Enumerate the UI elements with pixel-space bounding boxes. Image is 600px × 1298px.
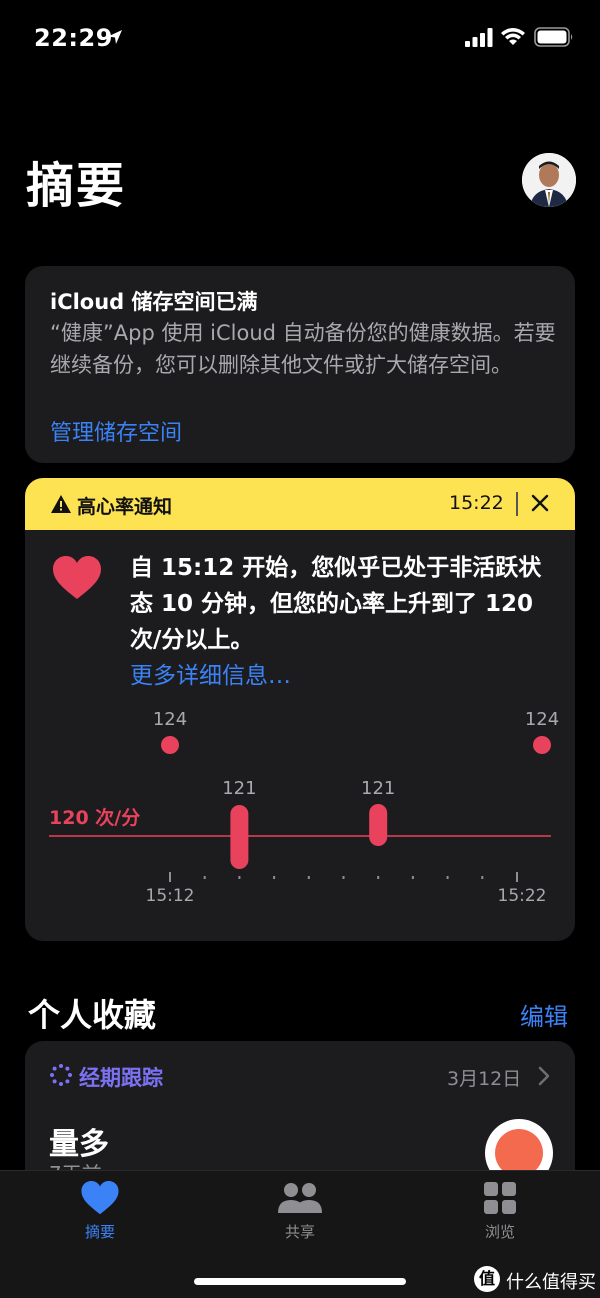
wifi-icon: [501, 28, 525, 45]
tab-browse[interactable]: 浏览: [440, 1181, 560, 1251]
alert-title: 高心率通知: [77, 496, 173, 518]
tab-sharing[interactable]: 共享: [240, 1181, 360, 1251]
more-details-link[interactable]: 更多详细信息…: [130, 656, 291, 690]
x-axis-start-label: 15:12: [146, 886, 195, 906]
tab-label: 摘要: [84, 1223, 115, 1241]
heart-rate-point: [533, 736, 551, 754]
x-axis-tick: [411, 876, 414, 879]
watermark: 值 什么值得买: [474, 1266, 600, 1298]
icloud-title: iCloud 储存空间已满: [50, 290, 258, 314]
heart-icon: [81, 1181, 119, 1215]
x-axis-end-label: 15:22: [498, 886, 547, 906]
x-axis-tick: [516, 872, 518, 882]
period-date: 3月12日: [447, 1068, 522, 1090]
tab-label: 浏览: [484, 1223, 515, 1241]
edit-favorites-button[interactable]: 编辑: [520, 997, 568, 1032]
heart-rate-label: 124: [153, 709, 187, 730]
home-indicator: [194, 1278, 406, 1285]
icloud-storage-card: iCloud 储存空间已满 “健康”App 使用 iCloud 自动备份您的健康…: [25, 266, 575, 463]
favorites-section-title: 个人收藏: [28, 996, 157, 1034]
x-axis-tick: [481, 876, 484, 879]
manage-storage-link[interactable]: 管理储存空间: [50, 415, 182, 447]
x-axis-tick: [307, 876, 310, 879]
avatar[interactable]: [522, 153, 576, 207]
location-arrow-icon: [108, 30, 122, 44]
tab-label: 共享: [284, 1223, 315, 1241]
status-bar: 22:29: [0, 0, 600, 76]
x-axis-tick: [203, 876, 206, 879]
grid-icon: [484, 1182, 516, 1214]
heart-rate-point: [161, 736, 179, 754]
heart-rate-notification-card[interactable]: 高心率通知 15:22 自 15:12 开始，您似乎已处于非活跃状态 10 分钟…: [25, 478, 575, 941]
heart-rate-label: 121: [222, 778, 256, 799]
watermark-text: 什么值得买: [506, 1272, 596, 1293]
heart-rate-message: 自 15:12 开始，您似乎已处于非活跃状态 10 分钟，但您的心率上升到了 1…: [130, 555, 542, 653]
alert-time: 15:22: [449, 492, 504, 514]
heart-icon: [53, 556, 101, 599]
x-axis-tick: [446, 876, 449, 879]
cellular-signal-icon: [465, 28, 493, 47]
people-icon: [278, 1183, 322, 1213]
period-tracking-icon: [50, 1064, 72, 1086]
battery-icon: [534, 27, 573, 47]
page-title: 摘要: [26, 158, 127, 214]
profile-photo-icon: [522, 153, 576, 207]
x-axis-tick: [273, 876, 276, 879]
chevron-right-icon: [538, 1066, 550, 1086]
heart-rate-label: 124: [525, 709, 559, 730]
x-axis-tick: [377, 876, 380, 879]
flow-level: 量多: [49, 1127, 109, 1162]
heart-rate-range-bar: [369, 804, 388, 846]
close-icon[interactable]: [530, 493, 550, 513]
threshold-label: 120 次/分: [49, 806, 140, 829]
icloud-message: “健康”App 使用 iCloud 自动备份您的健康数据。若要继续备份，您可以删…: [50, 321, 556, 377]
tab-summary[interactable]: 摘要: [40, 1181, 160, 1251]
watermark-logo: 值: [474, 1266, 500, 1292]
warning-icon: [51, 495, 71, 513]
period-tracking-title: 经期跟踪: [79, 1066, 163, 1090]
x-axis-tick: [342, 876, 345, 879]
alert-divider: [516, 492, 518, 516]
heart-rate-chart: 120 次/分 15:12 15:22 124 121 121 124: [49, 709, 559, 906]
heart-rate-label: 121: [361, 778, 395, 799]
alert-header: 高心率通知 15:22: [25, 478, 575, 530]
x-axis-tick: [169, 872, 171, 882]
status-time: 22:29: [34, 24, 113, 52]
x-axis-tick: [238, 876, 241, 879]
heart-rate-range-bar: [230, 805, 249, 869]
